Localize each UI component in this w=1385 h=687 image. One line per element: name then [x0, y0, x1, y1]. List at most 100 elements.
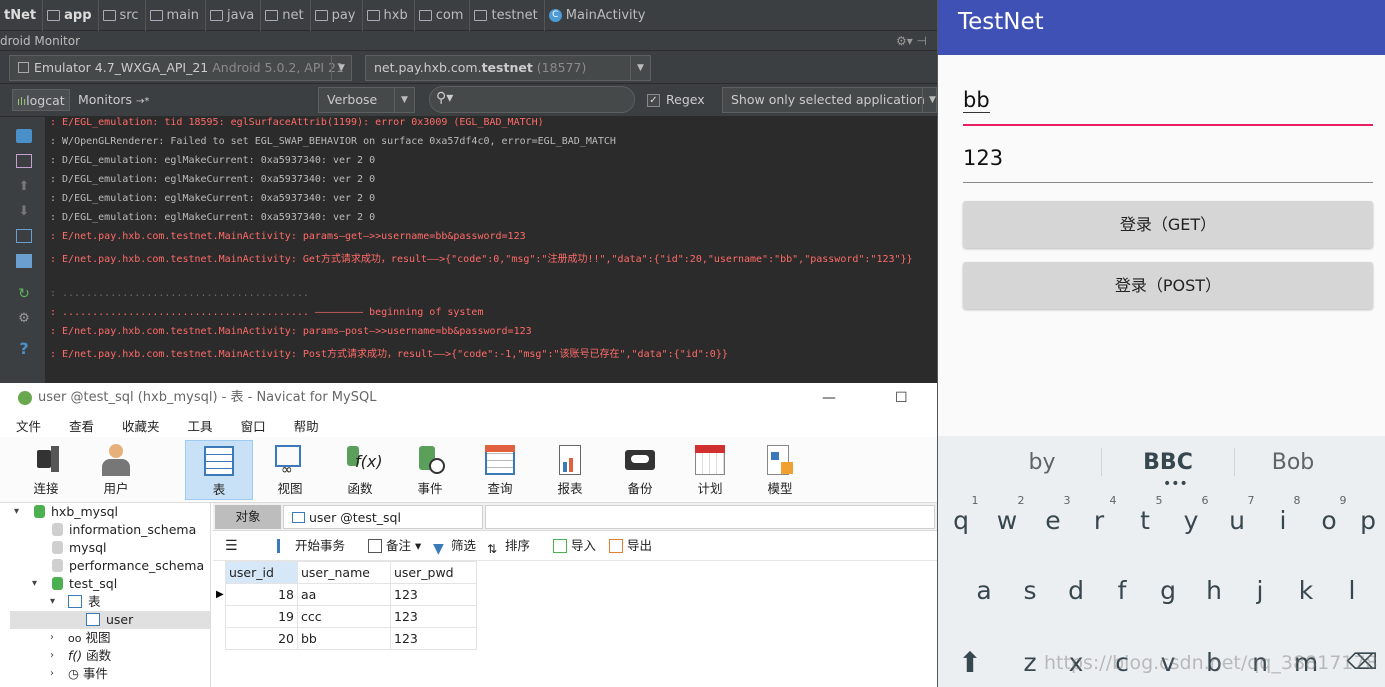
menu-favorites[interactable]: 收藏夹: [106, 416, 172, 435]
table-row[interactable]: 20 bb 123: [225, 627, 477, 650]
tree-table-user[interactable]: user: [10, 611, 210, 629]
key-j[interactable]: j: [1240, 576, 1280, 605]
tab-logcat[interactable]: ılılogcat: [12, 89, 70, 111]
shift-key-icon[interactable]: ⬆: [950, 646, 990, 679]
backup-button[interactable]: 备份: [606, 440, 674, 500]
down-arrow-icon[interactable]: ⬇: [16, 204, 32, 219]
restart-icon[interactable]: ↻: [16, 286, 32, 302]
export-button[interactable]: 导出: [609, 537, 652, 555]
device-selector[interactable]: Emulator 4.7_WXGA_API_21 Android 5.0.2, …: [9, 55, 352, 81]
column-header-user-id[interactable]: user_id: [225, 561, 298, 584]
breadcrumb-item-pay[interactable]: pay: [311, 0, 363, 31]
report-button[interactable]: 报表: [536, 440, 604, 500]
log-search-input[interactable]: ⚲▾: [429, 86, 635, 113]
print-icon[interactable]: [16, 254, 32, 268]
breadcrumb-item-hxb[interactable]: hxb: [363, 0, 415, 31]
trash-icon[interactable]: [16, 129, 32, 143]
process-selector[interactable]: net.pay.hxb.com.testnet (18577) ▼: [365, 55, 651, 81]
key-d[interactable]: d: [1056, 576, 1096, 605]
gear-icon[interactable]: ⚙: [16, 311, 32, 326]
tab-objects[interactable]: 对象: [215, 505, 281, 529]
import-button[interactable]: 导入: [553, 537, 596, 555]
key-k[interactable]: k: [1286, 576, 1326, 605]
key-q[interactable]: q: [941, 506, 981, 535]
user-button[interactable]: 用户: [82, 440, 150, 500]
column-header-user-pwd[interactable]: user_pwd: [390, 561, 477, 584]
cell-user-name[interactable]: aa: [297, 583, 391, 606]
key-a[interactable]: a: [964, 576, 1004, 605]
breadcrumb-item-mainactivity[interactable]: C MainActivity: [545, 0, 652, 31]
model-button[interactable]: 模型: [746, 440, 814, 500]
sort-button[interactable]: ⇅ 排序: [487, 537, 530, 556]
event-button[interactable]: 事件: [396, 440, 464, 500]
log-level-select[interactable]: Verbose ▼: [318, 87, 415, 113]
key-h[interactable]: h: [1194, 576, 1234, 605]
breadcrumb-item-src[interactable]: src: [99, 0, 146, 31]
breadcrumb-item-main[interactable]: main: [146, 0, 206, 31]
suggestion-item[interactable]: by: [1012, 450, 1072, 475]
regex-checkbox[interactable]: ✓: [647, 94, 660, 107]
cell-user-id[interactable]: 18: [225, 583, 298, 606]
begin-transaction-button[interactable]: 开始事务: [277, 537, 345, 555]
table-button[interactable]: 表: [185, 440, 253, 500]
cell-user-id[interactable]: 19: [225, 605, 298, 628]
breadcrumb-item-app[interactable]: app: [43, 0, 99, 31]
key-w[interactable]: w: [987, 506, 1027, 535]
menu-window[interactable]: 窗口: [225, 416, 278, 435]
maximize-button[interactable]: ☐: [895, 383, 908, 413]
key-o[interactable]: o: [1309, 506, 1349, 535]
breadcrumb-item-java[interactable]: java: [206, 0, 262, 31]
query-button[interactable]: 查询: [466, 440, 534, 500]
breadcrumb-item-net[interactable]: net: [261, 0, 311, 31]
table-row[interactable]: 18 aa 123: [225, 583, 477, 606]
key-s[interactable]: s: [1010, 576, 1050, 605]
settings-gear-icon[interactable]: ⚙▾ ⊣: [896, 31, 927, 51]
filter-button[interactable]: ▼ 筛选: [433, 537, 476, 557]
suggestion-item[interactable]: Bob: [1263, 450, 1323, 475]
key-f[interactable]: f: [1102, 576, 1142, 605]
key-i[interactable]: i: [1263, 506, 1303, 535]
menu-tools[interactable]: 工具: [172, 416, 225, 435]
column-header-user-name[interactable]: user_name: [297, 561, 391, 584]
minimize-button[interactable]: —: [822, 383, 836, 413]
cell-user-name[interactable]: ccc: [297, 605, 391, 628]
key-e[interactable]: e: [1033, 506, 1073, 535]
scroll-to-end-icon[interactable]: [16, 154, 32, 168]
menu-view[interactable]: 查看: [53, 416, 106, 435]
key-u[interactable]: u: [1217, 506, 1257, 535]
suggestion-item-primary[interactable]: BBC: [1133, 450, 1203, 475]
cell-user-pwd[interactable]: 123: [390, 583, 477, 606]
login-get-button[interactable]: 登录（GET）: [963, 201, 1373, 248]
key-p[interactable]: p: [1348, 506, 1385, 535]
help-icon[interactable]: ?: [16, 339, 32, 358]
breadcrumb-item-project[interactable]: tNet: [0, 0, 44, 31]
key-r[interactable]: r: [1079, 506, 1119, 535]
tab-user-table[interactable]: user @test_sql (hxb_mysql) ...: [283, 505, 483, 549]
username-field[interactable]: bb: [963, 88, 1373, 126]
key-y[interactable]: y: [1171, 506, 1211, 535]
menu-hamburger-icon[interactable]: ☰: [225, 537, 238, 555]
up-arrow-icon[interactable]: ⬆: [16, 179, 32, 194]
cell-user-id[interactable]: 20: [225, 627, 298, 650]
table-row[interactable]: 19 ccc 123: [225, 605, 477, 628]
breadcrumb-item-com[interactable]: com: [415, 0, 471, 31]
menu-help[interactable]: 帮助: [278, 416, 331, 435]
key-g[interactable]: g: [1148, 576, 1188, 605]
schedule-button[interactable]: 计划: [676, 440, 744, 500]
cell-user-pwd[interactable]: 123: [390, 605, 477, 628]
key-l[interactable]: l: [1332, 576, 1372, 605]
cell-user-name[interactable]: bb: [297, 627, 391, 650]
logcat-output[interactable]: : E/EGL_emulation: tid 18595: eglSurface…: [46, 117, 937, 383]
key-t[interactable]: t: [1125, 506, 1165, 535]
tab-monitors[interactable]: Monitors →*: [78, 89, 149, 111]
soft-wrap-icon[interactable]: [16, 229, 32, 243]
filter-select[interactable]: Show only selected application ▼: [722, 87, 937, 113]
note-button[interactable]: 备注 ▾: [368, 537, 421, 555]
login-post-button[interactable]: 登录（POST）: [963, 262, 1373, 309]
function-button[interactable]: f(x) 函数: [326, 440, 394, 500]
view-button[interactable]: ∞ 视图: [256, 440, 324, 500]
cell-user-pwd[interactable]: 123: [390, 627, 477, 650]
menu-file[interactable]: 文件: [0, 416, 53, 435]
breadcrumb-item-testnet[interactable]: testnet: [470, 0, 545, 31]
password-field[interactable]: 123: [963, 146, 1373, 183]
